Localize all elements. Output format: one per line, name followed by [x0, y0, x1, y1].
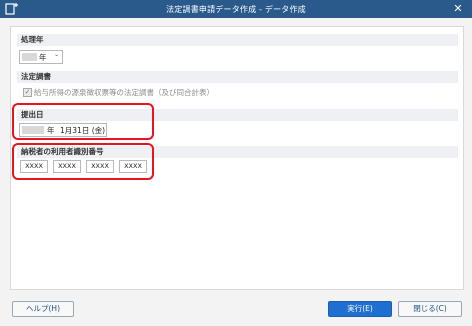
processing-year-select[interactable]: 年 ⌄ [19, 50, 63, 64]
help-button[interactable]: ヘルプ(H) [12, 301, 74, 317]
chevron-down-icon: ⌄ [54, 51, 60, 58]
execute-button[interactable]: 実行(E) [328, 301, 392, 317]
legal-document-checkbox-label: 給与所得の源泉徴収票等の法定調書（及び同合計表） [34, 88, 214, 97]
close-button[interactable]: 閉じる(C) [398, 301, 462, 317]
taxpayer-id-highlight [12, 143, 154, 180]
legal-document-checkbox[interactable]: ✓ [23, 88, 32, 97]
legal-document-header: 法定調書 [17, 71, 458, 83]
dialog-window: 法定調書申請データ作成 - データ作成 ✕ 処理年 年 ⌄ 法定調書 ✓ 給与所… [0, 0, 472, 326]
title-bar: 法定調書申請データ作成 - データ作成 ✕ [0, 0, 472, 18]
processing-year-header: 処理年 [17, 34, 458, 46]
year-suffix: 年 [39, 53, 47, 62]
year-value-redacted [22, 53, 37, 61]
window-title: 法定調書申請データ作成 - データ作成 [166, 5, 306, 14]
close-icon[interactable]: ✕ [451, 2, 465, 16]
submission-date-highlight [12, 103, 154, 140]
